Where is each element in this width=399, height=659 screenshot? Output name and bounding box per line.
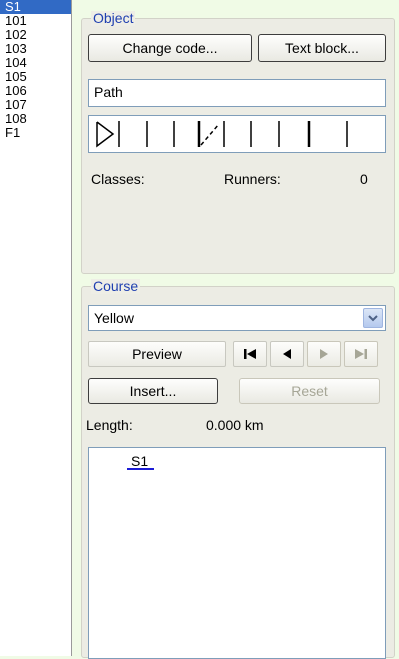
first-icon[interactable] bbox=[233, 341, 267, 367]
course-select[interactable]: Yellow bbox=[88, 305, 386, 331]
object-name-field[interactable]: Path bbox=[88, 79, 386, 107]
insert-button[interactable]: Insert... bbox=[88, 378, 218, 404]
next-icon[interactable] bbox=[307, 341, 341, 367]
course-control-list[interactable]: S1 bbox=[88, 447, 386, 659]
course-list-item[interactable]: S1 bbox=[127, 454, 155, 470]
code-list[interactable]: S1 101 102 103 104 105 106 107 108 F1 bbox=[0, 0, 72, 656]
prev-icon[interactable] bbox=[270, 341, 304, 367]
code-item-s1[interactable]: S1 bbox=[0, 0, 71, 14]
text-block-button[interactable]: Text block... bbox=[258, 34, 386, 62]
code-item-107[interactable]: 107 bbox=[0, 98, 71, 112]
code-item-103[interactable]: 103 bbox=[0, 42, 71, 56]
length-label: Length: bbox=[86, 417, 133, 433]
last-icon[interactable] bbox=[344, 341, 378, 367]
object-panel-title: Object bbox=[91, 10, 136, 26]
symbol-start-icon[interactable] bbox=[96, 121, 120, 148]
symbol-slash-icon[interactable] bbox=[197, 121, 225, 147]
symbol-strip-graphic bbox=[96, 121, 348, 148]
course-select-value: Yellow bbox=[94, 310, 134, 326]
code-item-105[interactable]: 105 bbox=[0, 70, 71, 84]
length-value: 0.000 km bbox=[206, 417, 264, 433]
course-panel: Course Yellow Preview Insert... Reset Le… bbox=[81, 279, 395, 659]
code-item-106[interactable]: 106 bbox=[0, 84, 71, 98]
reset-button[interactable]: Reset bbox=[239, 378, 380, 404]
classes-label: Classes: bbox=[91, 171, 145, 187]
runners-value: 0 bbox=[360, 171, 368, 187]
dropdown-arrow-icon[interactable] bbox=[363, 308, 383, 328]
code-item-108[interactable]: 108 bbox=[0, 112, 71, 126]
change-code-button[interactable]: Change code... bbox=[88, 34, 252, 62]
course-panel-title: Course bbox=[91, 278, 141, 294]
code-item-f1[interactable]: F1 bbox=[0, 126, 71, 140]
code-item-101[interactable]: 101 bbox=[0, 14, 71, 28]
symbol-strip[interactable] bbox=[88, 115, 386, 153]
code-item-104[interactable]: 104 bbox=[0, 56, 71, 70]
object-panel: Object Change code... Text block... Path… bbox=[81, 11, 395, 274]
runners-label: Runners: bbox=[224, 171, 281, 187]
code-item-102[interactable]: 102 bbox=[0, 28, 71, 42]
preview-button[interactable]: Preview bbox=[88, 341, 226, 367]
